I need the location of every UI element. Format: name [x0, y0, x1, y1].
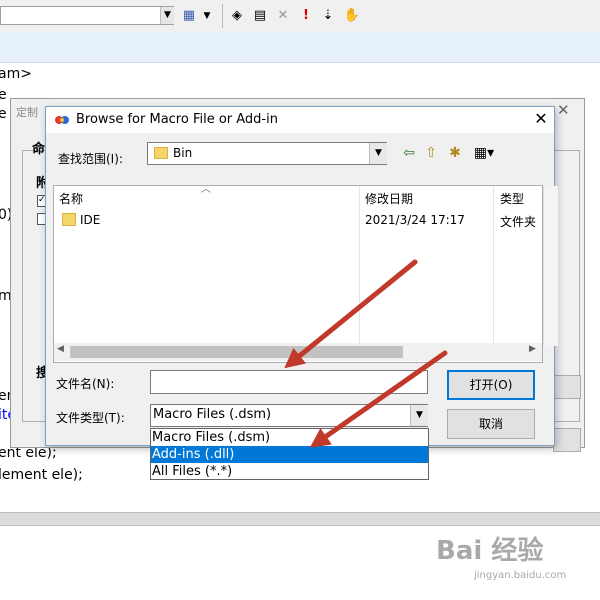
arrow-to-filename — [284, 259, 418, 369]
arrow-to-addins — [309, 350, 448, 448]
annotation-arrows — [284, 259, 448, 448]
